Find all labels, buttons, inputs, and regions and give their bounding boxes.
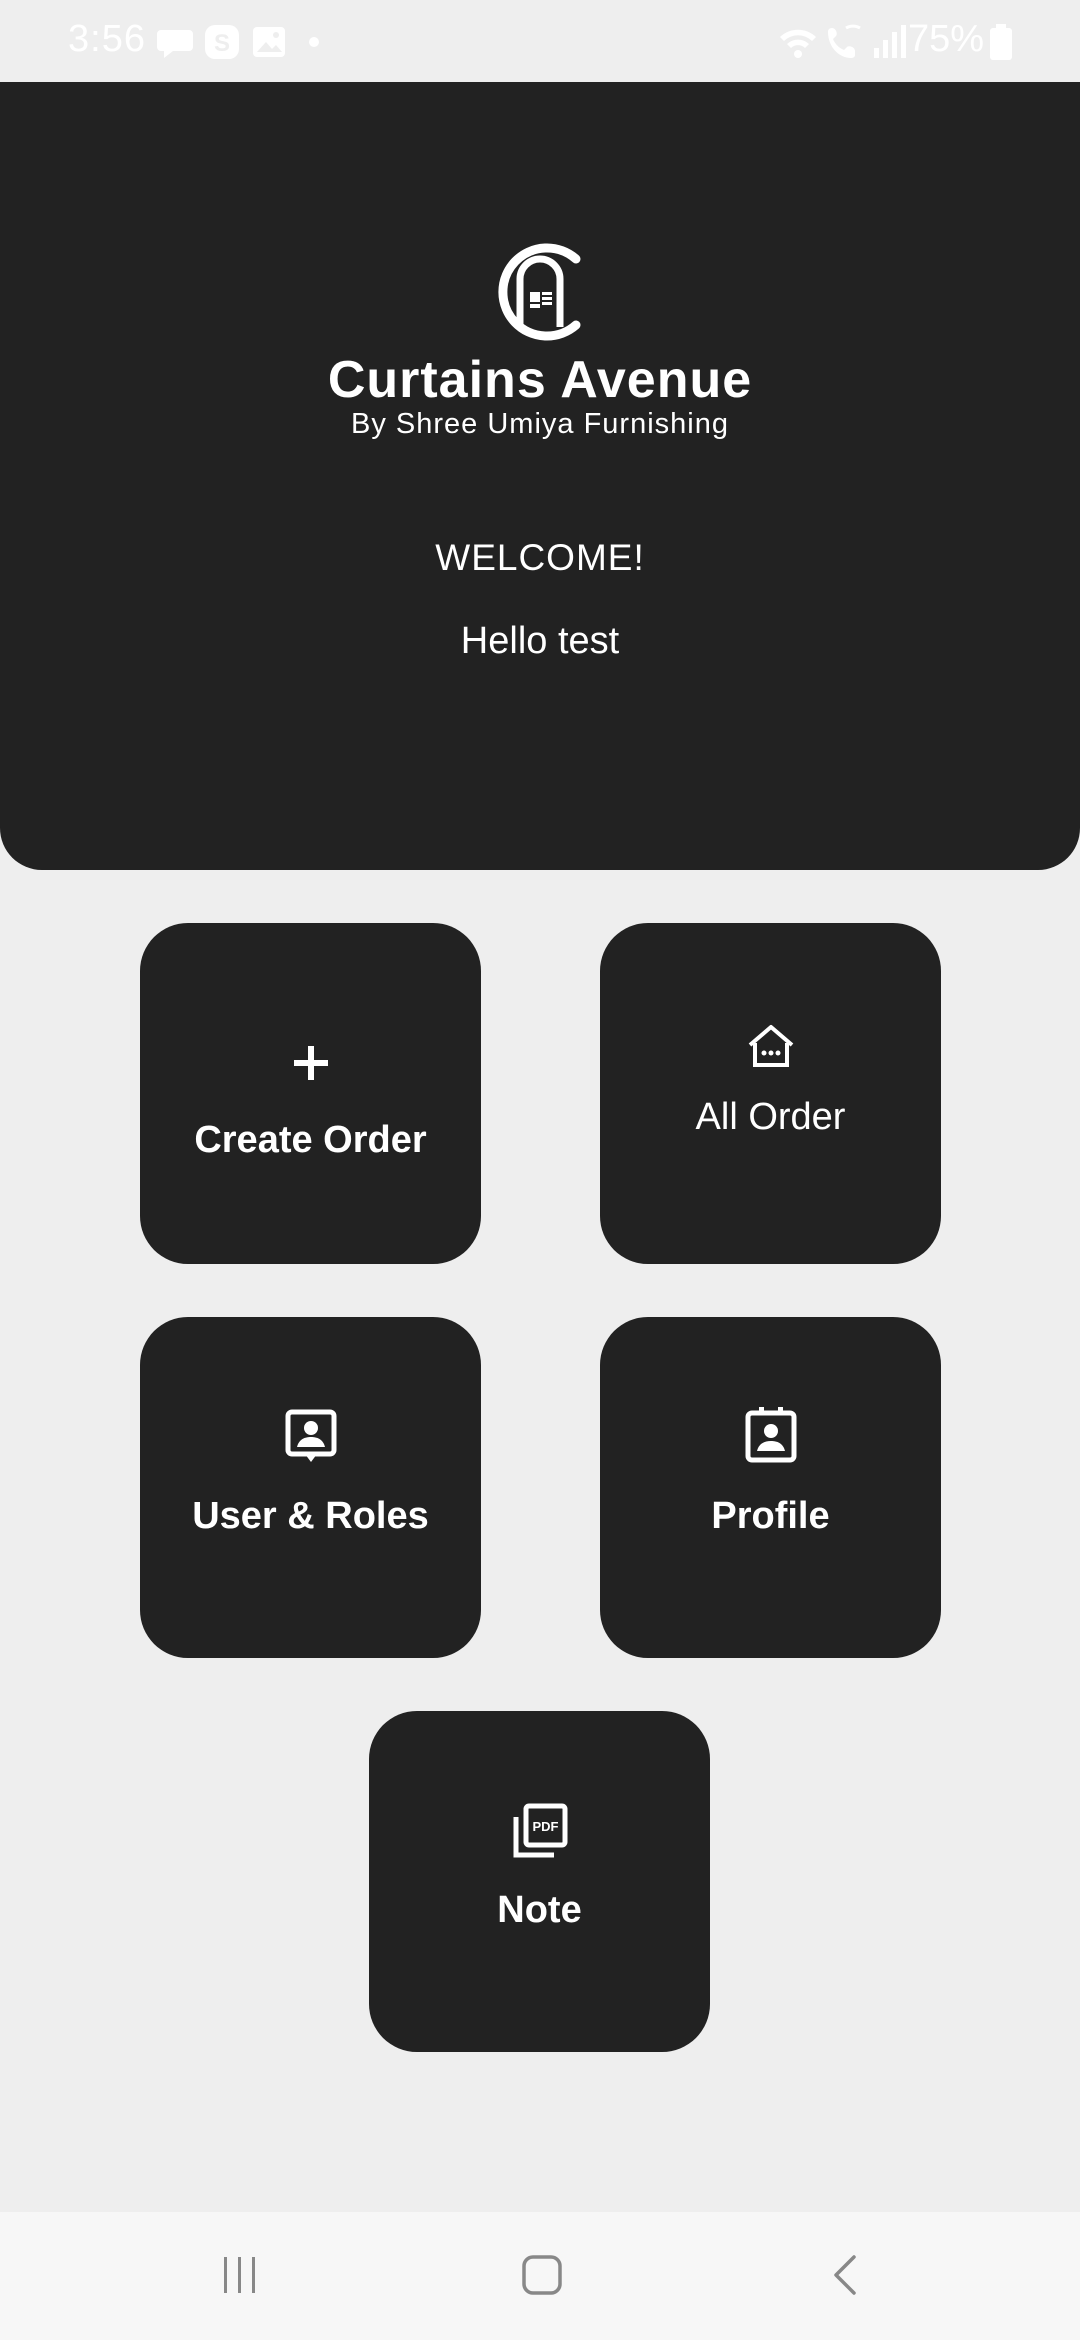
svg-text:S: S: [214, 30, 230, 57]
status-time: 3:56: [68, 18, 146, 60]
wifi-call-icon: [828, 24, 861, 58]
profile-label: Profile: [711, 1495, 830, 1537]
create-order-label: Create Order: [194, 1119, 427, 1161]
plus-icon: [293, 1046, 328, 1080]
battery-icon: [990, 24, 1012, 60]
curtains-avenue-logo: [498, 243, 581, 341]
greeting-text: Hello test: [460, 620, 620, 662]
back-button[interactable]: [806, 2240, 886, 2310]
home-button-icon: [522, 2255, 562, 2295]
skype-icon: S: [205, 25, 239, 59]
profile-button[interactable]: Profile: [600, 1317, 941, 1658]
gallery-icon: [253, 27, 285, 57]
user-badge-icon: [285, 1409, 336, 1462]
chat-icon: [157, 30, 193, 58]
wifi-icon: [780, 29, 816, 58]
recent-apps-icon: [224, 2257, 255, 2293]
user-roles-button[interactable]: User & Roles: [140, 1317, 481, 1658]
header-banner: Curtains Avenue By Shree Umiya Furnishin…: [0, 82, 1080, 870]
home-button[interactable]: [502, 2240, 582, 2310]
create-order-button[interactable]: Create Order: [140, 923, 481, 1264]
system-nav-bar: [0, 2212, 1080, 2340]
profile-card-icon: [745, 1407, 796, 1463]
brand-tagline: By Shree Umiya Furnishing: [351, 408, 729, 440]
note-button[interactable]: PDF Note: [369, 1711, 710, 2052]
brand-name: Curtains Avenue: [327, 351, 753, 409]
all-order-button[interactable]: All Order: [600, 923, 941, 1264]
signal-icon: [874, 25, 906, 58]
dot-icon: [309, 37, 319, 47]
back-icon: [834, 2255, 856, 2295]
recent-apps-button[interactable]: [200, 2240, 280, 2310]
note-label: Note: [497, 1889, 582, 1931]
status-bar: 3:56 S 75%: [0, 0, 1080, 82]
home-icon: [748, 1025, 793, 1067]
welcome-text: WELCOME!: [435, 537, 645, 578]
battery-percent: 75%: [907, 18, 984, 60]
all-order-label: All Order: [695, 1096, 846, 1138]
svg-text:PDF: PDF: [532, 1819, 558, 1834]
pdf-icon: PDF: [513, 1803, 567, 1858]
user-roles-label: User & Roles: [192, 1495, 429, 1537]
